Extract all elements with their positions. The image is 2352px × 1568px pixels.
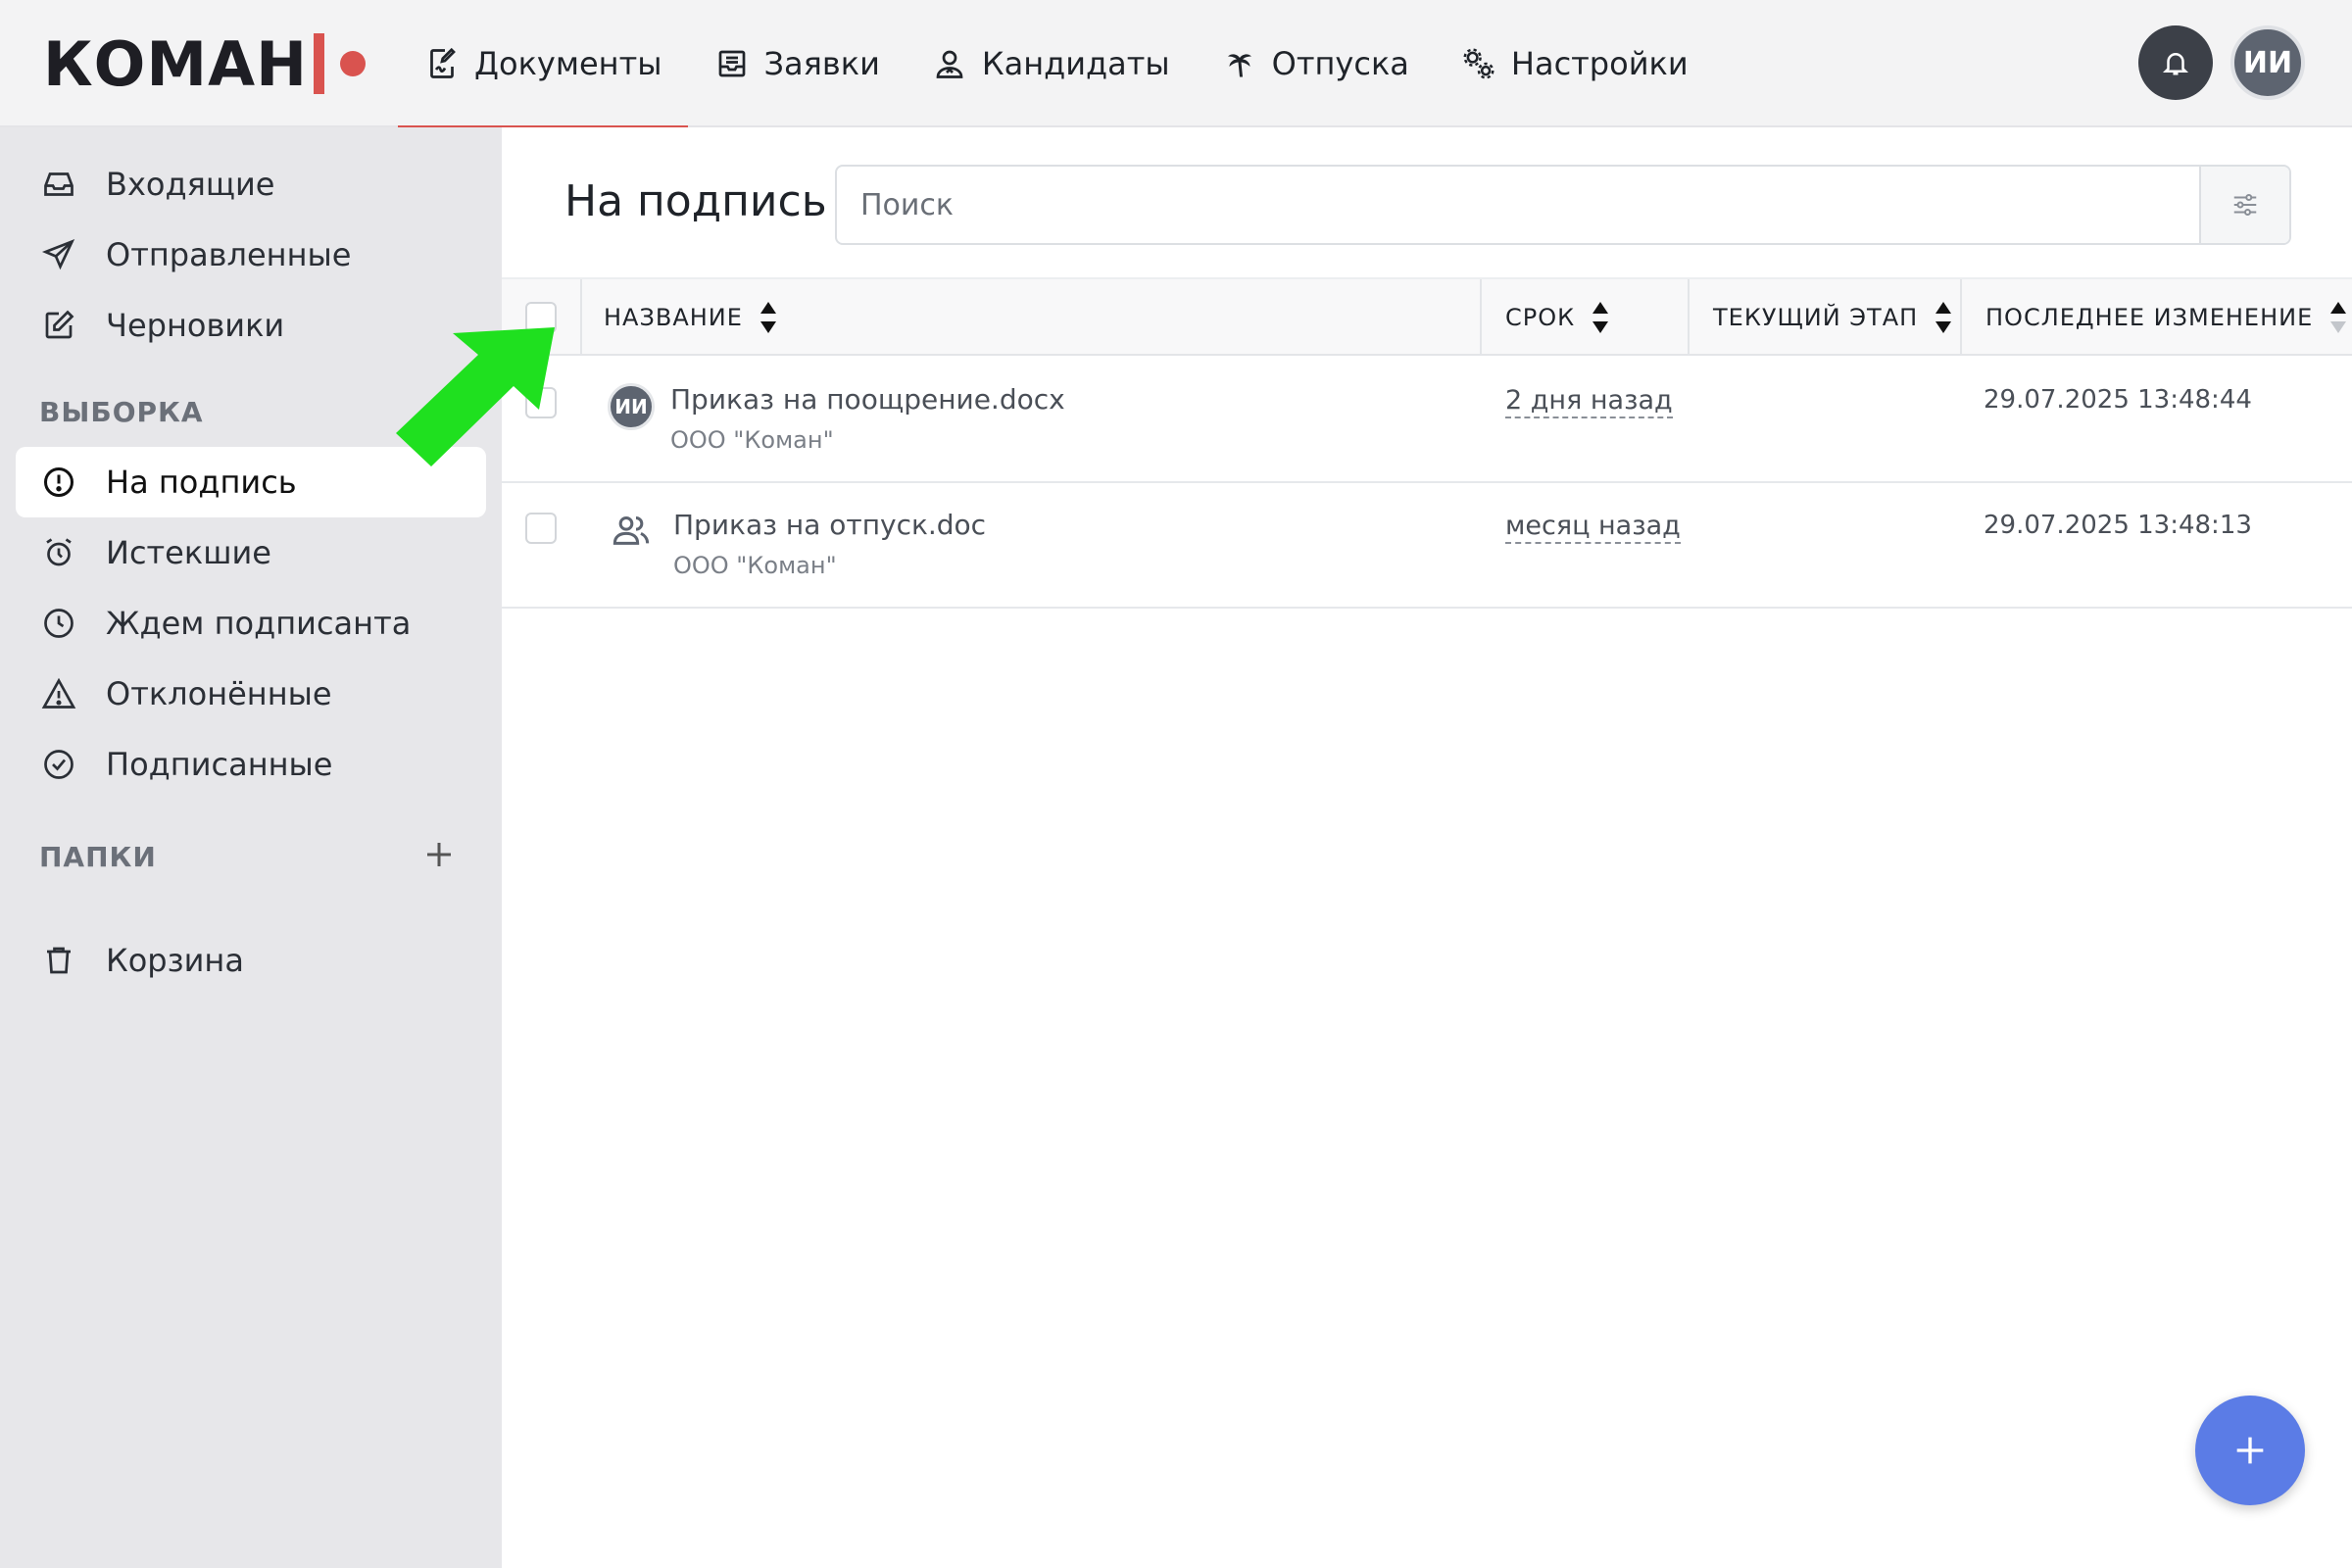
logo-text: КОМАН [43, 27, 308, 100]
column-header-last-changed[interactable]: ПОСЛЕДНЕЕ ИЗМЕНЕНИЕ [1962, 279, 2352, 356]
tray-icon [713, 45, 751, 82]
sidebar-item-label: Черновики [106, 307, 285, 344]
plus-icon [2236, 1437, 2264, 1464]
column-header-label: СРОК [1505, 304, 1576, 331]
notifications-button[interactable] [2138, 25, 2213, 100]
column-header-deadline[interactable]: СРОК [1482, 279, 1688, 356]
sidebar-item-inbox[interactable]: Входящие [16, 149, 486, 220]
table-row[interactable]: ИИ Приказ на поощрение.docx ООО "Коман" … [502, 358, 2352, 483]
send-icon [39, 235, 78, 274]
palm-tree-icon [1221, 45, 1258, 82]
bell-icon [2162, 53, 2189, 75]
clock-icon [39, 604, 78, 643]
alert-circle-icon [39, 463, 78, 502]
column-header-label: ПОСЛЕДНЕЕ ИЗМЕНЕНИЕ [1985, 304, 2314, 331]
nav-documents[interactable]: Документы [398, 0, 688, 129]
column-header-label: ТЕКУЩИЙ ЭТАП [1713, 304, 1919, 331]
user-avatar[interactable]: ИИ [2230, 25, 2305, 100]
sidebar-item-label: Ждем подписанта [106, 605, 412, 642]
logo-dot [339, 51, 366, 76]
sidebar-item-sent[interactable]: Отправленные [16, 220, 486, 290]
add-folder-button[interactable] [421, 837, 457, 872]
sort-icon [2330, 302, 2347, 333]
nav-vacations[interactable]: Отпуска [1196, 0, 1435, 127]
sidebar-item-label: На подпись [106, 464, 297, 501]
sort-icon [1592, 302, 1609, 333]
table-row[interactable]: Приказ на отпуск.doc ООО "Коман" месяц н… [502, 483, 2352, 609]
section-header-folders: ПАПКИ [39, 841, 157, 873]
nav-requests-label: Заявки [763, 45, 880, 82]
search-input[interactable] [837, 167, 2199, 243]
table-header: НАЗВАНИЕ СРОК ТЕКУЩИЙ ЭТАП ПОСЛЕДНЕЕ ИЗМ… [502, 277, 2352, 356]
sidebar-item-label: Истекшие [106, 534, 271, 571]
sidebar-item-expired[interactable]: Истекшие [16, 517, 486, 588]
sidebar-item-trash[interactable]: Корзина [16, 925, 486, 996]
document-title[interactable]: Приказ на отпуск.doc [673, 509, 986, 541]
user-icon [931, 45, 968, 82]
document-deadline: месяц назад [1505, 511, 1681, 544]
nav-requests[interactable]: Заявки [688, 0, 906, 127]
main-content: На подпись НАЗВАНИЕ СРОК ТЕКУЩИЙ ЭТАП ПО… [502, 127, 2352, 1568]
sidebar-item-label: Отклонённые [106, 675, 332, 712]
top-navbar: КОМАН Документы Заявки Кандидаты Отпуска… [0, 0, 2352, 129]
sidebar-item-label: Подписанные [106, 746, 333, 783]
nav-candidates[interactable]: Кандидаты [906, 0, 1196, 127]
sort-icon [760, 302, 776, 333]
logo-bar [313, 33, 324, 94]
plus-icon [427, 843, 451, 866]
search-box [835, 165, 2291, 245]
nav-candidates-label: Кандидаты [981, 45, 1170, 82]
sidebar-item-label: Корзина [106, 942, 244, 979]
document-last-changed: 29.07.2025 13:48:13 [1984, 511, 2252, 540]
row-checkbox[interactable] [525, 513, 557, 544]
document-organization: ООО "Коман" [673, 552, 837, 579]
nav-vacations-label: Отпуска [1271, 45, 1409, 82]
document-title[interactable]: Приказ на поощрение.docx [670, 383, 1065, 416]
create-document-button[interactable] [2195, 1396, 2305, 1505]
sidebar-item-waiting-signer[interactable]: Ждем подписанта [16, 588, 486, 659]
nav-settings[interactable]: Настройки [1435, 0, 1714, 127]
sidebar-item-label: Входящие [106, 166, 275, 203]
filter-button[interactable] [2199, 167, 2289, 243]
document-last-changed: 29.07.2025 13:48:44 [1984, 385, 2252, 415]
sidebar-item-signed[interactable]: Подписанные [16, 729, 486, 800]
nav-settings-label: Настройки [1510, 45, 1689, 82]
document-sign-icon [423, 45, 461, 82]
edit-icon [39, 306, 78, 345]
sliders-icon [2233, 194, 2257, 216]
check-circle-icon [39, 745, 78, 784]
main-nav: Документы Заявки Кандидаты Отпуска Настр… [398, 0, 1714, 129]
sort-icon [1936, 302, 1952, 333]
warning-icon [39, 674, 78, 713]
users-icon [612, 511, 651, 550]
section-header-selection: ВЫБОРКА [39, 396, 204, 428]
logo[interactable]: КОМАН [43, 24, 366, 104]
sidebar-item-label: Отправленные [106, 236, 352, 273]
sidebar-item-rejected[interactable]: Отклонённые [16, 659, 486, 729]
column-header-stage[interactable]: ТЕКУЩИЙ ЭТАП [1690, 279, 1960, 356]
alarm-icon [39, 533, 78, 572]
page-title: На подпись [564, 176, 827, 226]
gears-icon [1460, 45, 1497, 82]
column-header-label: НАЗВАНИЕ [604, 304, 743, 331]
inbox-icon [39, 165, 78, 204]
trash-icon [39, 941, 78, 980]
nav-documents-label: Документы [474, 45, 662, 82]
document-organization: ООО "Коман" [670, 426, 834, 454]
annotation-arrow [396, 327, 555, 466]
column-header-name[interactable]: НАЗВАНИЕ [580, 279, 1168, 356]
document-deadline: 2 дня назад [1505, 385, 1673, 418]
author-avatar: ИИ [608, 383, 655, 430]
